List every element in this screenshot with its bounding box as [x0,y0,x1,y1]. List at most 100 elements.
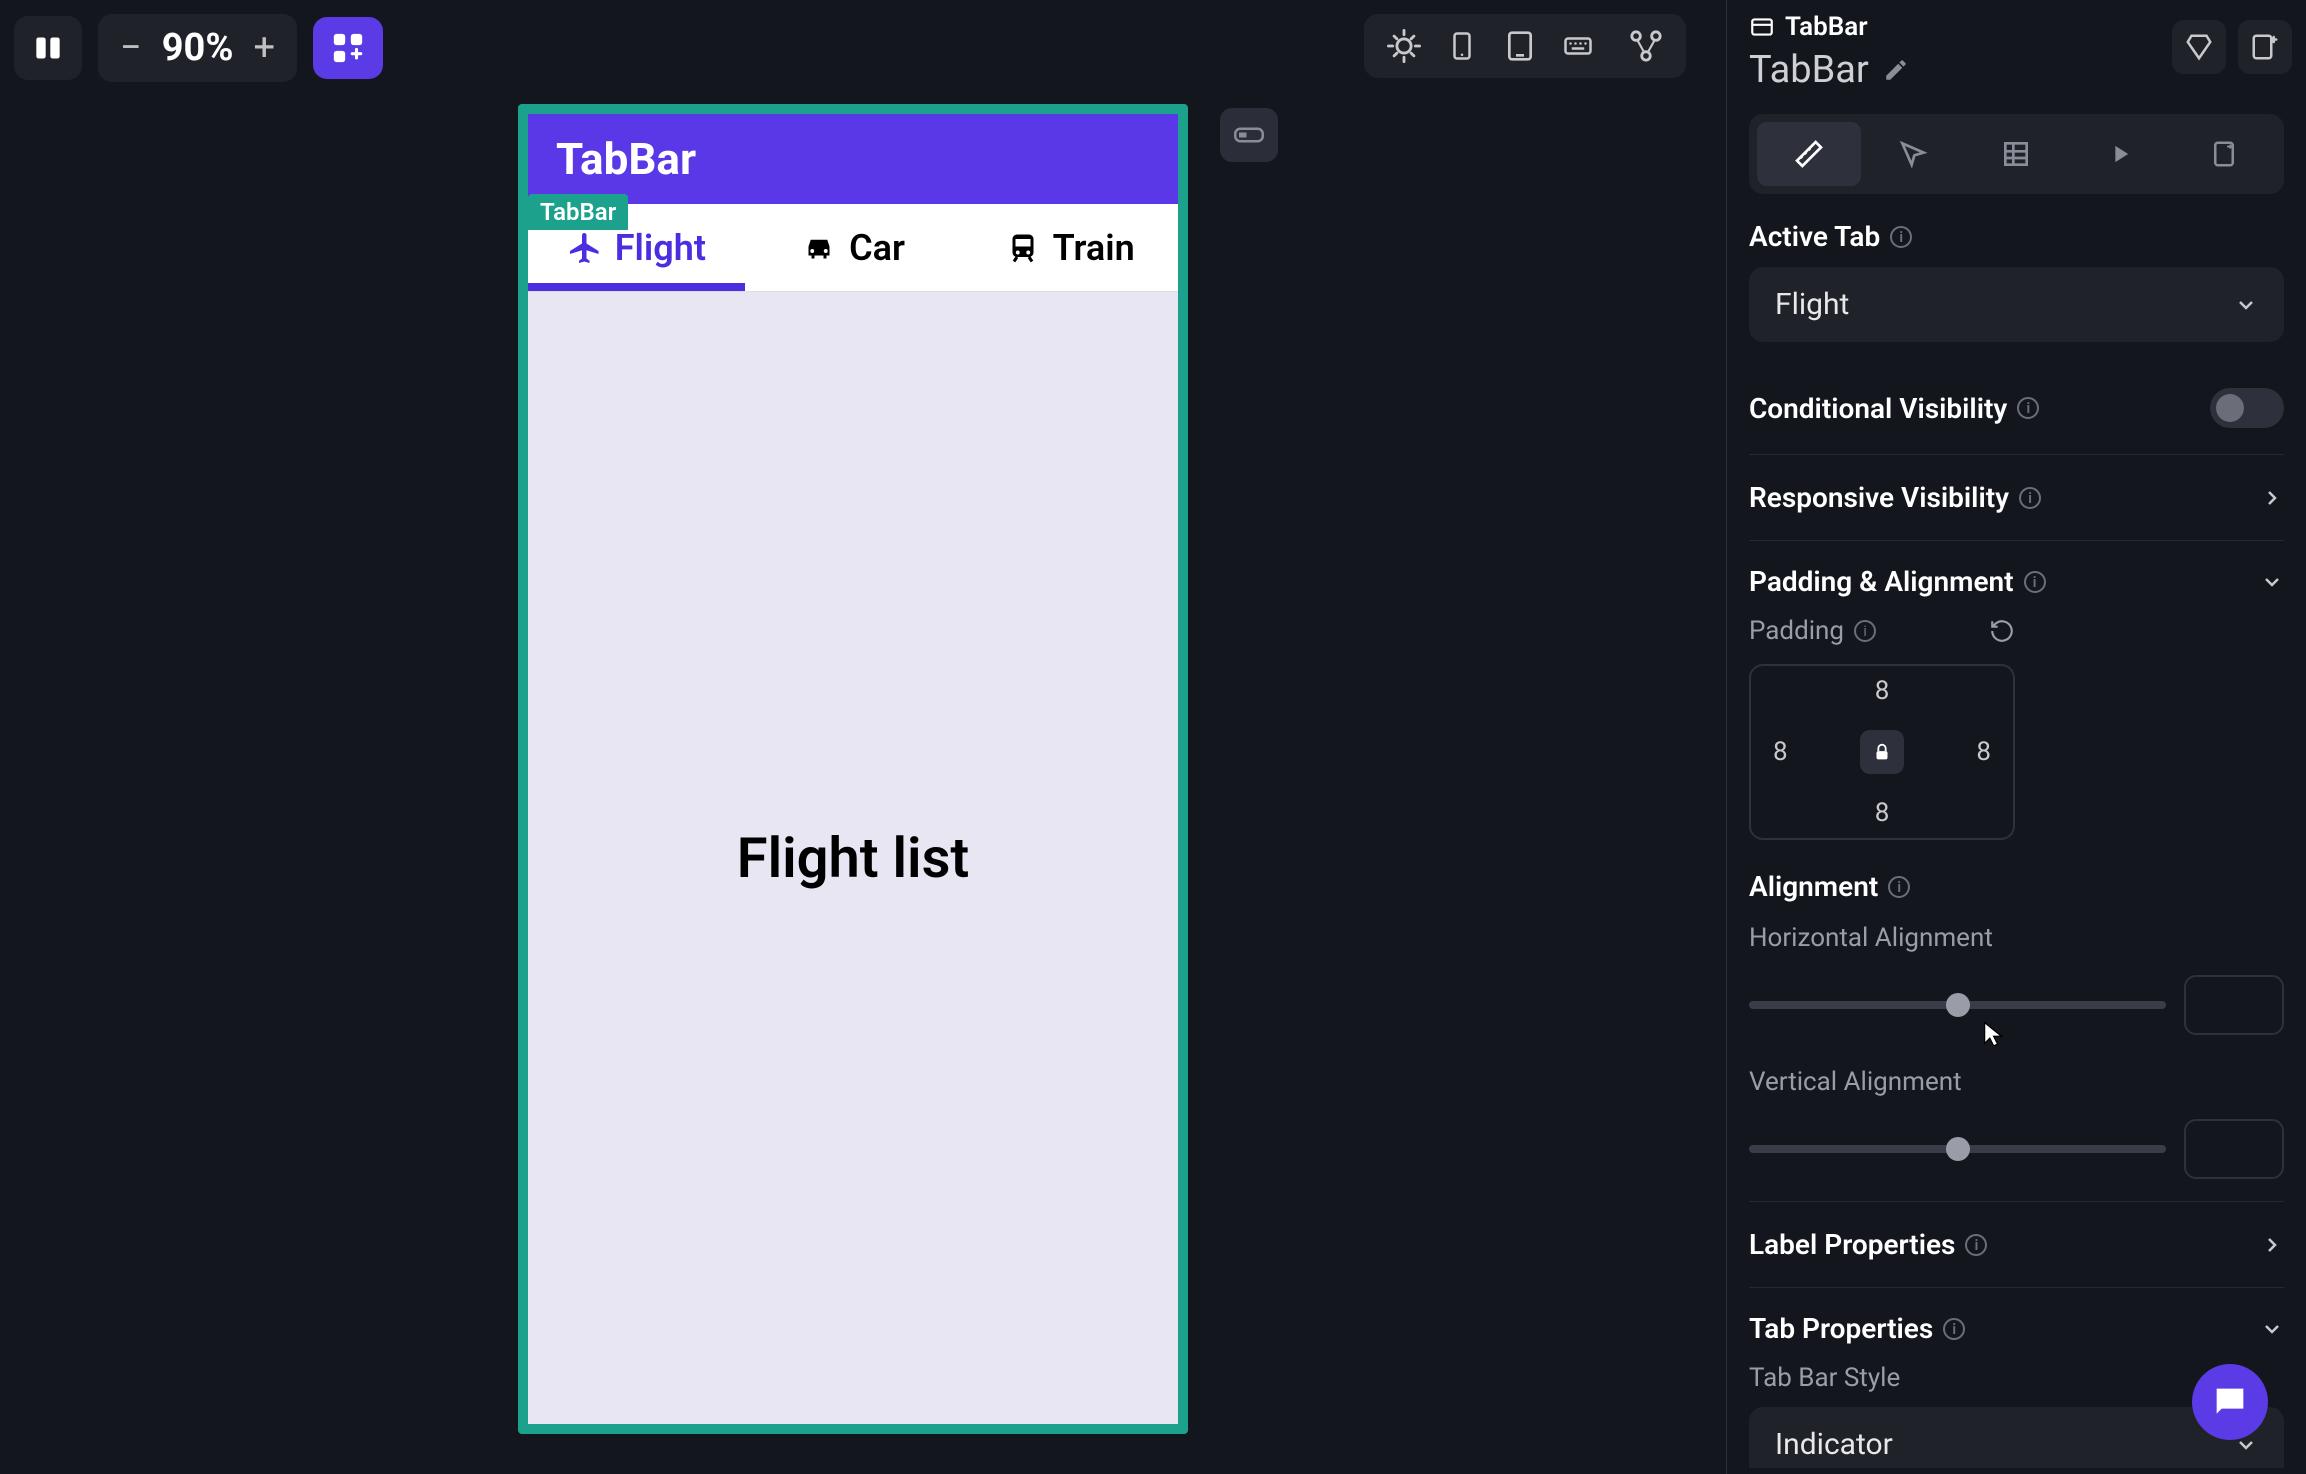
tab-actions[interactable] [1861,122,1965,186]
h-align-slider[interactable] [1749,1001,2166,1009]
app-bar: TabBar [528,114,1178,204]
add-panel-button[interactable] [2238,20,2292,74]
info-icon[interactable]: i [1854,620,1876,642]
train-icon [1005,230,1041,266]
add-widget-button[interactable] [313,17,383,79]
padding-control[interactable]: 8 8 8 8 [1749,664,2015,840]
cursor-icon [1897,138,1929,170]
crumb-text: TabBar [1785,12,1868,42]
padding-lock-button[interactable] [1860,730,1904,774]
tab-animate[interactable] [2068,122,2172,186]
chat-icon [2210,1382,2250,1422]
info-icon[interactable]: i [1890,226,1912,248]
active-tab-select[interactable]: Flight [1749,267,2284,342]
tab-car[interactable]: Car [745,204,962,291]
panel-header: TabBar TabBar [1727,0,2306,102]
slider-knob[interactable] [1946,1137,1970,1161]
nodes-icon [1629,29,1663,63]
toggle-panel-button[interactable] [14,16,82,80]
tab-label: Flight [615,227,706,269]
zoom-value: 90% [162,26,234,70]
doc-icon [2209,139,2239,169]
chat-fab[interactable] [2192,1364,2268,1440]
select-value: Indicator [1775,1427,1893,1462]
chevron-right-icon [2260,486,2284,510]
add-widget-icon [331,31,365,65]
padding-alignment-row[interactable]: Padding & Alignmenti [1749,541,2284,606]
reset-icon[interactable] [1989,618,2015,644]
zoom-out-button[interactable]: − [120,26,142,70]
zoom-in-button[interactable]: + [253,26,275,70]
canvas-overlay-button[interactable] [1220,108,1278,162]
tab-docs[interactable] [2172,122,2276,186]
body-text: Flight list [737,825,969,891]
alignment-label: Alignment [1749,870,1878,903]
h-align-input[interactable] [2184,975,2284,1035]
info-icon[interactable]: i [2024,571,2046,593]
tab-properties-row[interactable]: Tab Propertiesi [1749,1288,2284,1353]
v-align-input[interactable] [2184,1119,2284,1179]
info-icon[interactable]: i [2019,487,2041,509]
label-properties-row[interactable]: Label Propertiesi [1749,1202,2284,1288]
variables-button[interactable] [1626,26,1666,66]
tab-data[interactable] [1965,122,2069,186]
padding-left[interactable]: 8 [1773,737,1788,767]
panel-title: TabBar [1749,48,1869,92]
tab-train[interactable]: Train [961,204,1178,291]
tab-label: Train [1053,227,1135,269]
app-bar-title: TabBar [556,133,696,185]
inspector-panel: TabBar TabBar Active Tab i Flight [1726,0,2306,1474]
play-icon [2106,140,2134,168]
tab-label: Car [849,227,905,269]
tablet-preview-button[interactable] [1500,26,1540,66]
chevron-down-icon [2234,293,2258,317]
conditional-visibility-toggle[interactable] [2210,388,2284,428]
tab-body: Flight list [528,292,1178,1424]
keyboard-icon [1560,31,1596,61]
light-mode-button[interactable] [1384,26,1424,66]
chevron-right-icon [2260,1233,2284,1257]
padding-bottom[interactable]: 8 [1875,798,1890,828]
inspector-scroll[interactable]: Active Tab i Flight Conditional Visibili… [1727,194,2306,1468]
premium-button[interactable] [2172,20,2226,74]
top-left-toolbar: − 90% + [14,14,383,82]
conditional-visibility-row: Conditional Visibilityi [1749,362,2284,455]
h-align-label: Horizontal Alignment [1749,923,1993,953]
padding-top[interactable]: 8 [1875,676,1890,706]
responsive-visibility-row[interactable]: Responsive Visibilityi [1749,455,2284,541]
v-align-slider[interactable] [1749,1145,2166,1153]
ruler-icon [1793,138,1825,170]
padding-right[interactable]: 8 [1976,737,1991,767]
tab-bar-style-label: Tab Bar Style [1749,1363,1900,1393]
tab-design[interactable] [1757,122,1861,186]
pill-icon [1234,127,1264,143]
padding-label: Padding [1749,616,1844,646]
add-panel-icon [2250,32,2280,62]
tab-indicator [528,283,745,291]
car-icon [801,230,837,266]
chevron-down-icon [2260,570,2284,594]
selection-badge: TabBar [528,194,628,230]
tablet-icon [1504,29,1536,63]
info-icon[interactable]: i [1965,1234,1987,1256]
preview-toolbar [1364,14,1686,78]
sun-icon [1387,29,1421,63]
inspector-tabs [1749,114,2284,194]
lock-icon [1871,741,1893,763]
zoom-control: − 90% + [98,14,297,82]
airplane-icon [567,230,603,266]
info-icon[interactable]: i [1943,1318,1965,1340]
database-icon [2000,138,2032,170]
edit-icon[interactable] [1883,57,1909,83]
mobile-preview-button[interactable] [1442,26,1482,66]
canvas: TabBar TabBar Flight Car Train [518,104,1188,1434]
chevron-down-icon [2260,1317,2284,1341]
v-align-label: Vertical Alignment [1749,1067,1962,1097]
info-icon[interactable]: i [2017,397,2039,419]
cursor-overlay [1982,1020,2008,1046]
info-icon[interactable]: i [1888,876,1910,898]
slider-knob[interactable] [1946,993,1970,1017]
keyboard-shortcuts-button[interactable] [1558,26,1598,66]
active-tab-label: Active Tab i [1749,220,2284,253]
device-frame[interactable]: TabBar Flight Car Train Flight list [518,104,1188,1434]
